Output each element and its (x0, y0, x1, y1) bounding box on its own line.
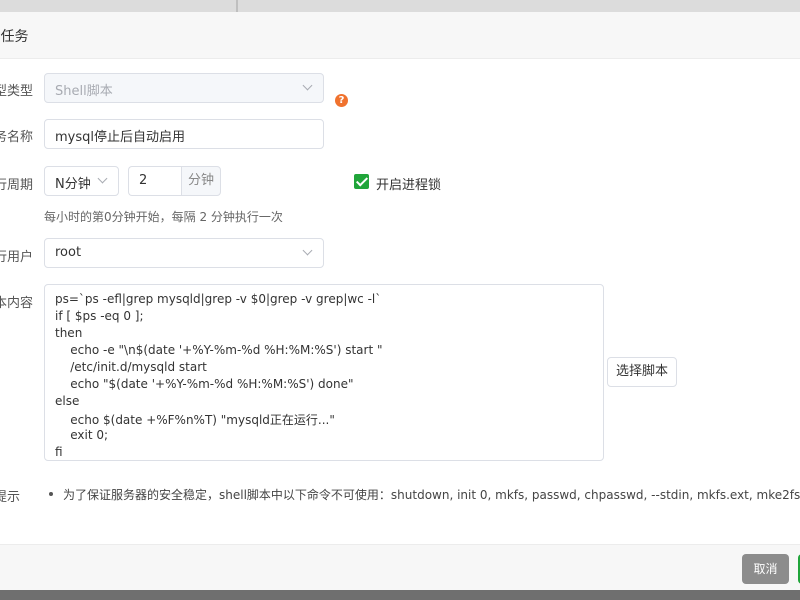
tips-label: 提示 (0, 490, 21, 505)
code-line: if [ $ps -eq 0 ]; (55, 309, 144, 323)
background-divider (236, 0, 238, 12)
user-label: 行用户 (0, 250, 34, 265)
period-hint: 每小时的第0分钟开始，每隔 2 分钟执行一次 (44, 210, 283, 224)
code-line: echo "$(date '+%Y-%m-%d %H:%M:%S') done" (55, 377, 354, 391)
code-line: else (55, 394, 80, 408)
add-task-dialog: ·任务 型类型 Shell脚本 ? 务名称 mysql停止后自动启用 行周期 N… (0, 12, 800, 591)
dialog-footer: 取消 (0, 544, 800, 591)
chevron-down-icon (302, 80, 313, 91)
script-editor[interactable]: ps=`ps -efl|grep mysqld|grep -v $0|grep … (44, 284, 604, 461)
period-number-input-group: 2 分钟 (128, 166, 221, 196)
task-name-label: 务名称 (0, 130, 34, 145)
script-label: 本内容 (0, 296, 34, 311)
period-unit-value: N分钟 (55, 177, 91, 192)
code-line: fi (55, 445, 63, 459)
tips-bullet (49, 492, 53, 496)
select-script-button[interactable]: 选择脚本 (607, 357, 677, 387)
user-select[interactable]: root (44, 238, 324, 268)
cancel-button[interactable]: 取消 (742, 554, 789, 584)
chevron-down-icon (97, 173, 108, 184)
code-line: echo $(date +%F%n%T) "mysqld正在运行..." (55, 413, 335, 427)
dialog-title: ·任务 (0, 29, 29, 45)
code-line: echo -e "\n$(date '+%Y-%m-%d %H:%M:%S') … (55, 343, 383, 357)
code-line: then (55, 326, 83, 340)
code-line: /etc/init.d/mysqld start (55, 360, 207, 374)
task-name-input[interactable]: mysql停止后自动启用 (44, 119, 324, 149)
period-number-unit: 分钟 (181, 166, 221, 196)
process-lock-label[interactable]: 开启进程锁 (376, 174, 441, 193)
code-line: exit 0; (55, 428, 109, 442)
task-type-select[interactable]: Shell脚本 (44, 73, 324, 103)
period-number-input[interactable]: 2 (128, 166, 181, 196)
period-label: 行周期 (0, 178, 34, 193)
task-type-value: Shell脚本 (55, 84, 113, 99)
tips-text: 为了保证服务器的安全稳定，shell脚本中以下命令不可使用：shutdown, … (63, 488, 800, 502)
process-lock-checkbox[interactable] (354, 174, 369, 189)
task-type-label: 型类型 (0, 84, 34, 99)
help-icon[interactable]: ? (335, 94, 348, 107)
task-name-value: mysql停止后自动启用 (55, 130, 185, 145)
code-line: ps=`ps -efl|grep mysqld|grep -v $0|grep … (55, 292, 382, 306)
background-bottom-bar (0, 590, 800, 600)
background-top-bar (0, 0, 800, 12)
dialog-header: ·任务 (0, 12, 800, 59)
chevron-down-icon (302, 245, 313, 256)
period-unit-select[interactable]: N分钟 (44, 166, 119, 196)
user-value: root (55, 245, 82, 260)
